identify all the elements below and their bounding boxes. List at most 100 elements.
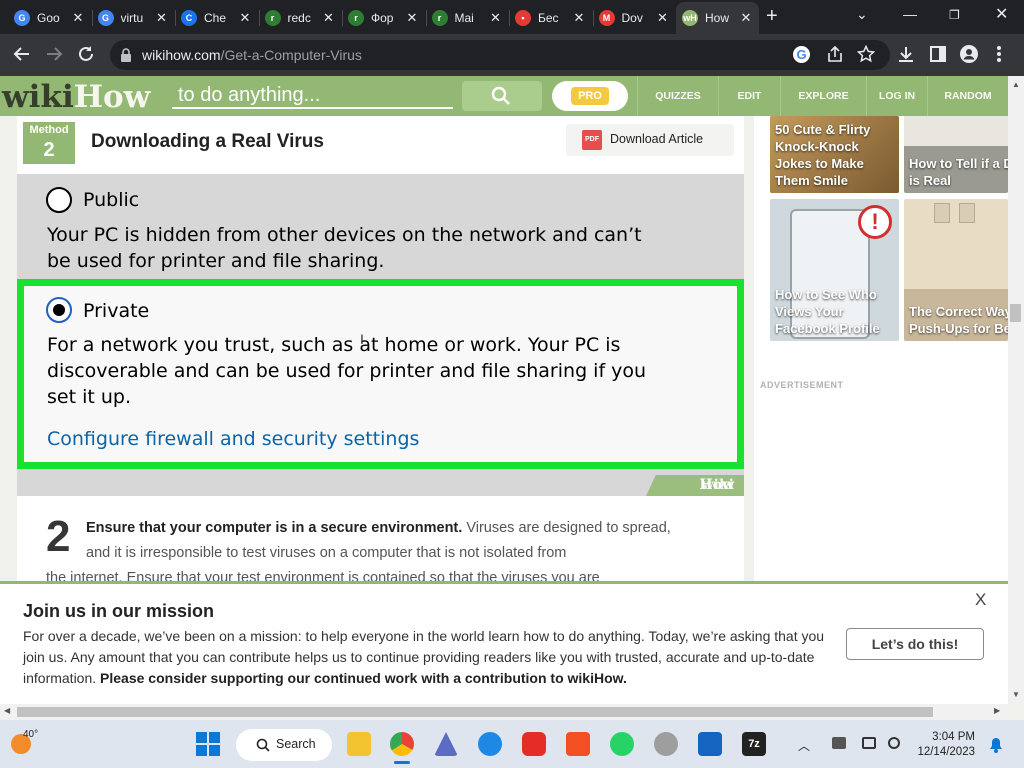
tab-close-icon[interactable]: ✕ [322, 10, 336, 26]
side-panel-icon[interactable] [929, 45, 947, 63]
7zip-icon[interactable]: 7z [742, 732, 766, 756]
whatsapp-icon[interactable] [610, 732, 634, 756]
banner-text: For over a decade, we’ve been on a missi… [23, 626, 835, 689]
notification-bell-icon[interactable] [989, 737, 1003, 753]
tab-title: Che [204, 11, 227, 25]
scroll-right-arrow-icon[interactable]: ▶ [994, 706, 1000, 715]
logo-wiki-text: wiki [2, 79, 74, 115]
redcap-icon: r [431, 10, 448, 26]
scroll-up-arrow-icon[interactable]: ▲ [1012, 80, 1020, 89]
download-icon[interactable] [897, 45, 915, 63]
clock-date: 12/14/2023 [917, 746, 975, 758]
browser-tab[interactable]: wH How ✕ [676, 2, 759, 34]
tab-title: Goo [37, 11, 60, 25]
tab-close-icon[interactable]: ✕ [656, 10, 670, 26]
nav-quizzes[interactable]: QUIZZES [637, 76, 718, 116]
scroll-left-arrow-icon[interactable]: ◀ [4, 706, 10, 715]
close-window-button[interactable]: ✕ [995, 4, 1008, 24]
download-article-label: Download Article [610, 132, 704, 146]
nav-edit[interactable]: EDIT [718, 76, 780, 116]
search-button[interactable] [462, 81, 542, 111]
share-icon[interactable] [826, 45, 844, 63]
pro-button[interactable]: PRO [552, 81, 628, 111]
browser-tab[interactable]: Gvirtu ✕ [92, 4, 175, 32]
tab-separator [258, 10, 260, 26]
logo-how-text: How [73, 79, 151, 115]
network-icon[interactable] [862, 737, 876, 749]
browser-tab[interactable]: C Che ✕ [175, 4, 258, 32]
tab-title: virtu [120, 11, 144, 25]
browser-tab[interactable]: G Goo ✕ [8, 4, 91, 32]
menu-icon[interactable] [996, 45, 1002, 63]
method-badge: Method 2 [23, 122, 75, 164]
file-explorer-icon[interactable] [347, 732, 371, 756]
browser-tab[interactable]: M Dov ✕ [593, 4, 676, 32]
tab-close-icon[interactable]: ✕ [238, 10, 252, 26]
banner-close-button[interactable]: X [975, 590, 986, 610]
redcap-icon: r [264, 10, 281, 26]
microsoft-store-icon[interactable] [566, 732, 590, 756]
windows-start-icon[interactable] [196, 732, 220, 756]
youtube-icon[interactable] [522, 732, 546, 756]
google-icon: G [97, 10, 114, 26]
browser-tab[interactable]: r redc ✕ [259, 4, 342, 32]
nav-explore[interactable]: EXPLORE [780, 76, 866, 116]
reload-button[interactable] [77, 45, 95, 63]
search-input[interactable]: to do anything... [172, 81, 453, 109]
nav-random[interactable]: RANDOM [927, 76, 1008, 116]
related-article-card[interactable]: The Correct Way to Do Push-Ups for Begin… [904, 199, 1008, 341]
browser-tab[interactable]: r Mai ✕ [426, 4, 509, 32]
gmail-icon: M [598, 10, 615, 26]
vertical-scroll-thumb[interactable] [1010, 304, 1021, 322]
nav-log-in[interactable]: LOG IN [866, 76, 927, 116]
bookmark-star-icon[interactable] [857, 45, 875, 63]
lock-icon[interactable] [120, 48, 132, 62]
restore-button[interactable]: ❐ [949, 8, 960, 22]
donate-button[interactable]: Let’s do this! [846, 628, 984, 660]
google-lens-icon[interactable]: G [793, 46, 810, 63]
related-article-title: How to See Who Views Your Facebook Profi… [775, 287, 880, 336]
tab-close-icon[interactable]: ✕ [572, 10, 586, 26]
method-number: 2 [43, 139, 55, 161]
tab-close-icon[interactable]: ✕ [489, 10, 503, 26]
tab-separator [342, 10, 343, 26]
horizontal-scroll-thumb[interactable] [17, 707, 933, 717]
taskbar-clock[interactable]: 3:04 PM 12/14/2023 [915, 730, 975, 760]
new-tab-button[interactable]: + [766, 4, 778, 28]
pro-badge: PRO [571, 87, 609, 105]
browser-tab[interactable]: r Фор ✕ [342, 4, 425, 32]
back-button[interactable] [13, 45, 31, 63]
related-article-card[interactable]: ! How to See Who Views Your Facebook Pro… [770, 199, 899, 341]
forward-button[interactable] [45, 45, 63, 63]
taskbar-search[interactable]: Search [236, 729, 332, 761]
advertisement-label: ADVERTISEMENT [760, 380, 844, 390]
related-article-title: The Correct Way to Do Push-Ups for Begin… [909, 304, 1008, 336]
browser-tab[interactable]: • Бес ✕ [509, 4, 592, 32]
google-icon: G [14, 10, 30, 26]
scroll-down-arrow-icon[interactable]: ▼ [1012, 690, 1020, 699]
minimize-button[interactable]: — [903, 6, 917, 22]
paint-app-icon[interactable] [478, 732, 502, 756]
tab-close-icon[interactable]: ✕ [155, 10, 169, 26]
wikihow-logo[interactable]: wikiHow [2, 78, 150, 116]
tab-search-icon[interactable]: ⌄ [856, 6, 868, 23]
weather-temperature: 40° [23, 729, 39, 740]
tab-close-icon[interactable]: ✕ [405, 10, 419, 26]
chevron-up-icon[interactable]: ︿ [798, 737, 810, 754]
url-text[interactable]: wikihow.com/Get-a-Computer-Virus [142, 47, 362, 63]
downloads-icon[interactable] [698, 732, 722, 756]
chrome-icon[interactable] [390, 732, 414, 756]
download-article-button[interactable]: PDF Download Article [566, 124, 734, 156]
vertical-scrollbar[interactable] [1008, 76, 1024, 704]
site-icon: C [181, 10, 197, 26]
display-icon[interactable] [832, 737, 846, 749]
volume-icon[interactable] [888, 737, 900, 749]
tab-title: Dov [621, 11, 643, 25]
private-label: Private [83, 300, 150, 322]
clock-app-icon[interactable] [654, 732, 678, 756]
profile-icon[interactable] [960, 45, 978, 63]
tab-close-icon[interactable]: ✕ [71, 10, 85, 26]
related-article-card[interactable]: 50 Cute & Flirty Knock-Knock Jokes to Ma… [770, 116, 899, 193]
related-article-card[interactable]: How to Tell if a Diamond is Real [904, 116, 1008, 193]
tab-close-icon[interactable]: ✕ [739, 10, 753, 26]
